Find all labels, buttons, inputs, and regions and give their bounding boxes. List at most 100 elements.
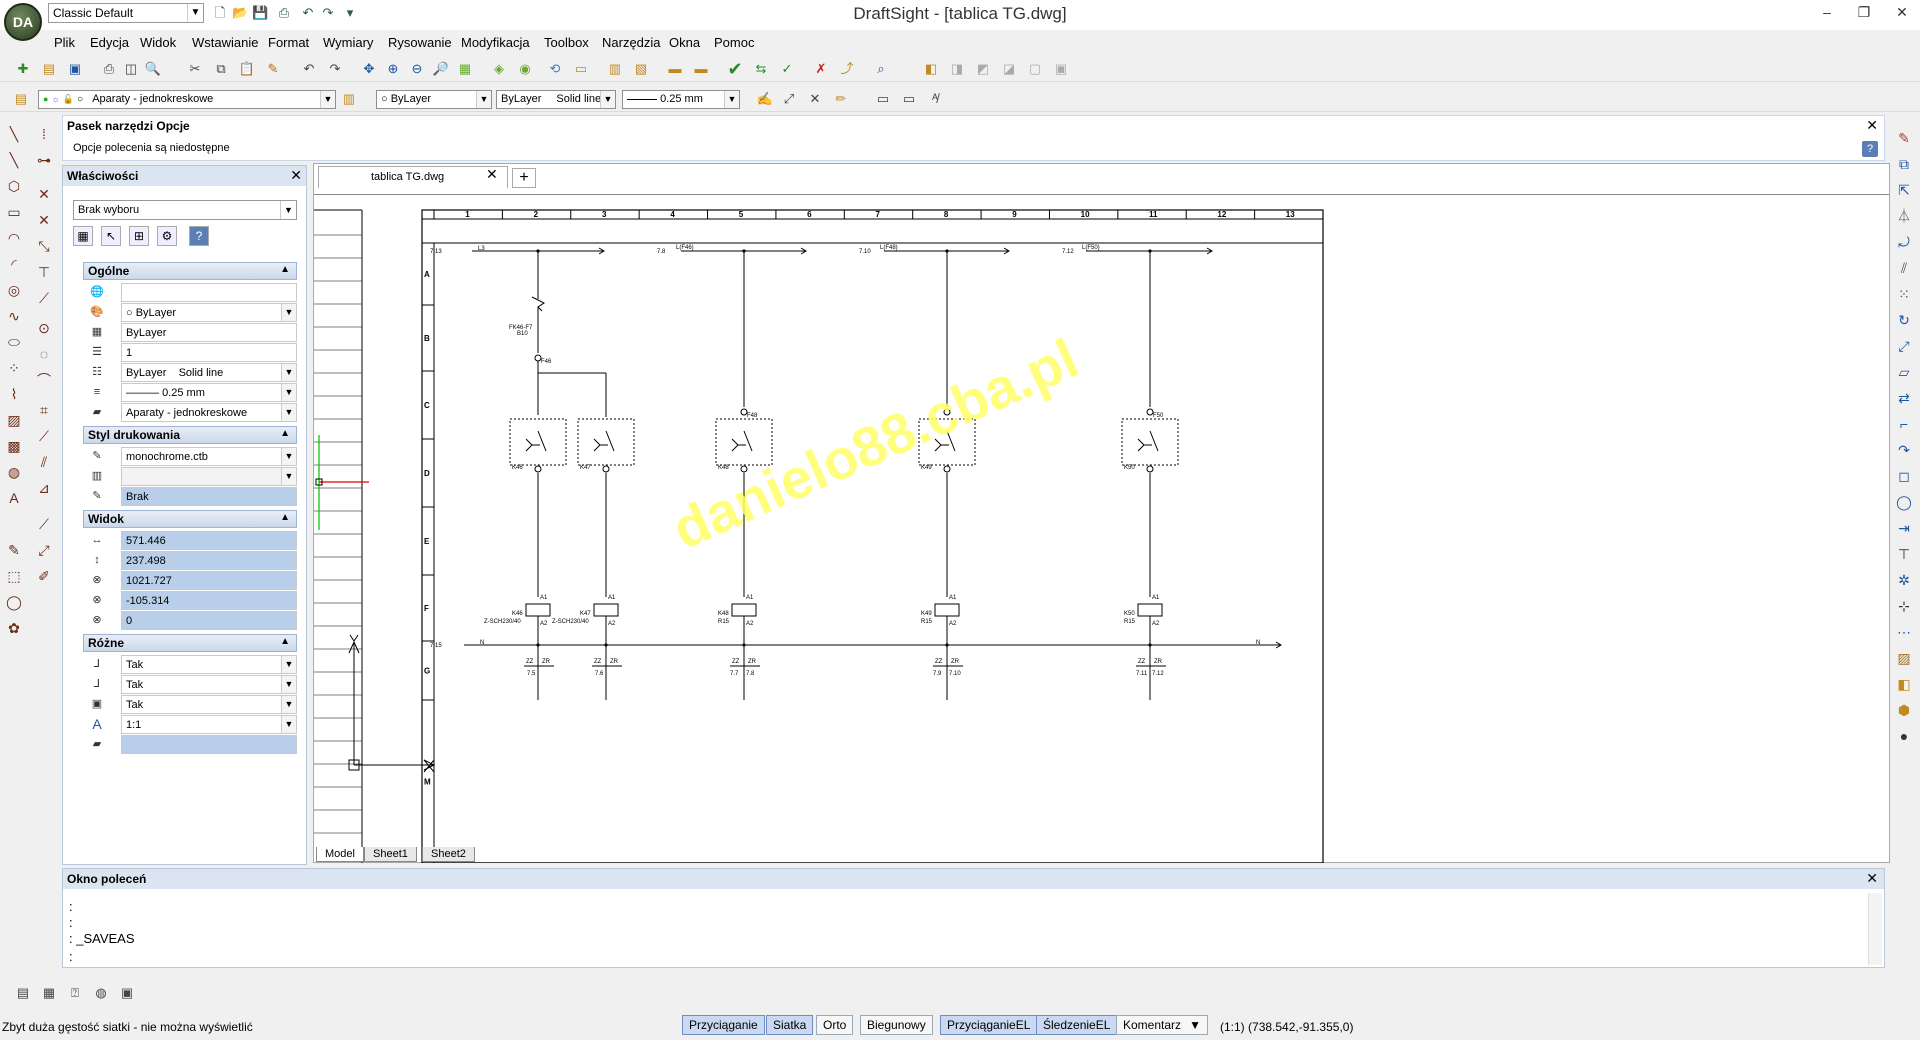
- perpendicular-icon[interactable]: ⊤: [34, 262, 54, 282]
- mirror-tool-icon[interactable]: ⏃: [1894, 206, 1914, 226]
- view-tool6-icon[interactable]: ▣: [1052, 60, 1070, 78]
- command-input[interactable]: :: [69, 949, 73, 964]
- sheet-tab-model[interactable]: Model: [316, 847, 364, 862]
- quick-select-icon[interactable]: ⊞: [129, 226, 149, 246]
- eraser-icon[interactable]: ✎: [1894, 128, 1914, 148]
- grid-toggle[interactable]: Siatka: [766, 1015, 814, 1035]
- prop-visual-style[interactable]: [121, 735, 297, 754]
- prop-ucs-on[interactable]: Tak ▼: [121, 655, 297, 674]
- annotation-icon[interactable]: ⍰: [66, 984, 84, 1002]
- prop-plot-table-value[interactable]: monochrome.ctb ▼: [121, 447, 297, 466]
- line-icon[interactable]: ╲: [4, 124, 24, 144]
- bomb-icon[interactable]: ●: [1894, 726, 1914, 746]
- menu-okna[interactable]: Okna: [669, 35, 700, 50]
- close-icon[interactable]: ✕: [1866, 117, 1878, 134]
- lengthen-icon[interactable]: ⟋: [34, 288, 54, 308]
- scale-icon[interactable]: ⤢: [34, 540, 54, 560]
- workspace-select[interactable]: Classic Default ▼: [48, 3, 204, 23]
- help-icon[interactable]: ?: [189, 226, 209, 246]
- table-style-icon[interactable]: ✕: [806, 90, 824, 108]
- drawing-canvas[interactable]: 1 2 3 4 5 6 7 8 9 10 11 12 13 ABCDEFGM 7.13 L3 7.8 L…: [314, 194, 1889, 864]
- copy-icon[interactable]: ⧉: [212, 60, 230, 78]
- command-scrollbar[interactable]: [1868, 893, 1882, 965]
- trim-tool-icon[interactable]: ⌐: [1894, 414, 1914, 434]
- esnap-toggle[interactable]: PrzyciąganieEL: [940, 1015, 1038, 1035]
- menu-modyfikacja[interactable]: Modyfikacja: [461, 35, 530, 50]
- prop-view-width[interactable]: 571.446: [121, 531, 297, 550]
- menu-rysowanie[interactable]: Rysowanie: [388, 35, 452, 50]
- snap-toggle[interactable]: Przyciąganie: [682, 1015, 765, 1035]
- section-general[interactable]: Ogólne ▲: [83, 262, 297, 280]
- export-icon[interactable]: ⤴: [838, 60, 856, 78]
- spline-icon[interactable]: ∿: [4, 306, 24, 326]
- view-tool4-icon[interactable]: ◪: [1000, 60, 1018, 78]
- menu-pomoc[interactable]: Pomoc: [714, 35, 754, 50]
- pan-icon[interactable]: ✥: [360, 60, 378, 78]
- edit-icon[interactable]: ✐: [34, 566, 54, 586]
- prop-transparency-value[interactable]: ByLayer: [121, 323, 297, 342]
- menu-wymiary[interactable]: Wymiary: [323, 35, 373, 50]
- view-tool3-icon[interactable]: ◩: [974, 60, 992, 78]
- insert-block-icon[interactable]: ▭: [572, 60, 590, 78]
- text-style-icon[interactable]: ✍: [756, 90, 774, 108]
- layer-manager-icon[interactable]: ▦: [456, 60, 474, 78]
- inspect-icon[interactable]: ⌕: [872, 60, 890, 78]
- prop-plot-style-value[interactable]: ▼: [121, 467, 297, 486]
- scale-tool-icon[interactable]: ⤢: [1894, 336, 1914, 356]
- edit-block-icon[interactable]: ◧: [1894, 674, 1914, 694]
- validate-icon[interactable]: ⇆: [752, 60, 770, 78]
- divide-icon[interactable]: ⊹: [1894, 596, 1914, 616]
- xref-icon[interactable]: ▥: [606, 60, 624, 78]
- layer-tool-icon[interactable]: ▬: [666, 60, 684, 78]
- circle-icon[interactable]: ◎: [4, 280, 24, 300]
- cut-icon[interactable]: ✂: [186, 60, 204, 78]
- chamfer-icon[interactable]: ⊿: [34, 478, 54, 498]
- boundary-icon[interactable]: ⬚: [4, 566, 24, 586]
- menu-wstawianie[interactable]: Wstawianie: [192, 35, 258, 50]
- properties-tool-icon[interactable]: ⬢: [1894, 700, 1914, 720]
- print-preview-icon[interactable]: ◫: [122, 60, 140, 78]
- join-icon[interactable]: ◯: [1894, 492, 1914, 512]
- ellipse-icon[interactable]: ⬭: [4, 332, 24, 352]
- mtext-icon[interactable]: ▭: [900, 90, 918, 108]
- ellipse-arc-icon[interactable]: ⁘: [4, 358, 24, 378]
- lineweight-combo[interactable]: 0.25 mm ▼: [622, 90, 740, 109]
- attach-icon[interactable]: ▧: [632, 60, 650, 78]
- visibility-icon[interactable]: ◍: [92, 984, 110, 1002]
- explode-tool-icon[interactable]: ✲: [1894, 570, 1914, 590]
- print-icon[interactable]: ⎙: [276, 5, 292, 21]
- prop-blank[interactable]: [121, 283, 297, 302]
- copy-tool-icon[interactable]: ⧉: [1894, 154, 1914, 174]
- prop-color-value[interactable]: ○ ByLayer ▼: [121, 303, 297, 322]
- offset-icon[interactable]: ⟋: [34, 426, 54, 446]
- measure-icon[interactable]: ⋯: [1894, 622, 1914, 642]
- prop-linetype-value[interactable]: ByLayer Solid line ▼: [121, 363, 297, 382]
- customize-quick-access-icon[interactable]: ▾: [342, 5, 358, 21]
- help-icon[interactable]: ?: [1862, 141, 1878, 157]
- sheet-tab-sheet1[interactable]: Sheet1: [364, 847, 417, 862]
- menu-plik[interactable]: Plik: [54, 35, 75, 50]
- fillet-icon[interactable]: ⌒: [34, 370, 54, 390]
- document-tab[interactable]: tablica TG.dwg: [318, 166, 508, 188]
- prop-lineweight-value[interactable]: ——— 0.25 mm ▼: [121, 383, 297, 402]
- redo-icon[interactable]: ↷: [326, 60, 344, 78]
- center-mark-icon[interactable]: ⊙: [34, 318, 54, 338]
- close-icon[interactable]: ✕: [1866, 870, 1878, 887]
- close-tab-icon[interactable]: ✕: [486, 166, 498, 183]
- offset-tool-icon[interactable]: ⫽: [1894, 258, 1914, 278]
- fillet-tool-icon[interactable]: ⊤: [1894, 544, 1914, 564]
- region-icon[interactable]: ◍: [4, 462, 24, 482]
- layout-icon[interactable]: ▦: [40, 984, 58, 1002]
- prop-view-height[interactable]: 237.498: [121, 551, 297, 570]
- mirror-icon[interactable]: ⫽: [34, 452, 54, 472]
- stretch-tool-icon[interactable]: ▱: [1894, 362, 1914, 382]
- extend-tool-icon[interactable]: ↷: [1894, 440, 1914, 460]
- layer-manager-icon[interactable]: ▤: [12, 90, 30, 108]
- circle-tool-icon[interactable]: ◌: [34, 344, 54, 364]
- prop-annotation-scale[interactable]: 1:1 ▼: [121, 715, 297, 734]
- zoom-window-icon[interactable]: ⊖: [408, 60, 426, 78]
- select-pointer-icon[interactable]: ↖: [101, 226, 121, 246]
- prop-ucs-per-viewport[interactable]: Tak ▼: [121, 695, 297, 714]
- approve-icon[interactable]: ✓: [778, 60, 796, 78]
- paste-icon[interactable]: 📋: [238, 60, 256, 78]
